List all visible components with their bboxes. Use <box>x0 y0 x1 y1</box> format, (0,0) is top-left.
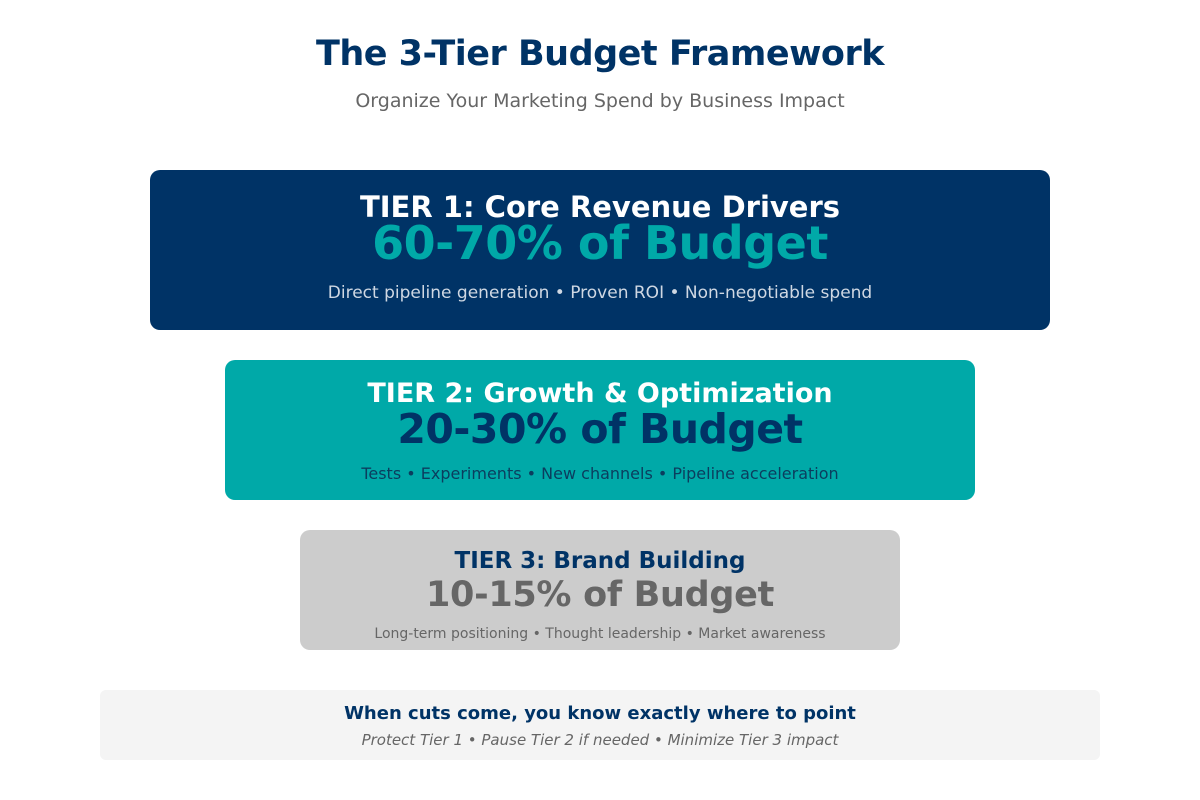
callout-subtitle: Protect Tier 1 • Pause Tier 2 if needed … <box>361 731 839 749</box>
callout-box: When cuts come, you know exactly where t… <box>100 690 1100 760</box>
tier-2-percentage: 20-30% of Budget <box>397 405 803 453</box>
tier-2-description: Tests • Experiments • New channels • Pip… <box>361 464 839 483</box>
callout-title: When cuts come, you know exactly where t… <box>344 703 856 724</box>
tier-3-box: TIER 3: Brand Building 10-15% of Budget … <box>300 530 900 650</box>
tier-3-title: TIER 3: Brand Building <box>454 548 746 574</box>
tier-1-box: TIER 1: Core Revenue Drivers 60-70% of B… <box>150 170 1050 330</box>
tier-1-description: Direct pipeline generation • Proven ROI … <box>327 283 873 303</box>
tier-3-description: Long-term positioning • Thought leadersh… <box>374 626 826 642</box>
page-subtitle: Organize Your Marketing Spend by Busines… <box>355 90 845 112</box>
page-title: The 3-Tier Budget Framework <box>315 34 885 74</box>
tier-1-percentage: 60-70% of Budget <box>372 216 828 270</box>
tier-2-box: TIER 2: Growth & Optimization 20-30% of … <box>225 360 975 500</box>
tier-3-percentage: 10-15% of Budget <box>425 575 775 615</box>
